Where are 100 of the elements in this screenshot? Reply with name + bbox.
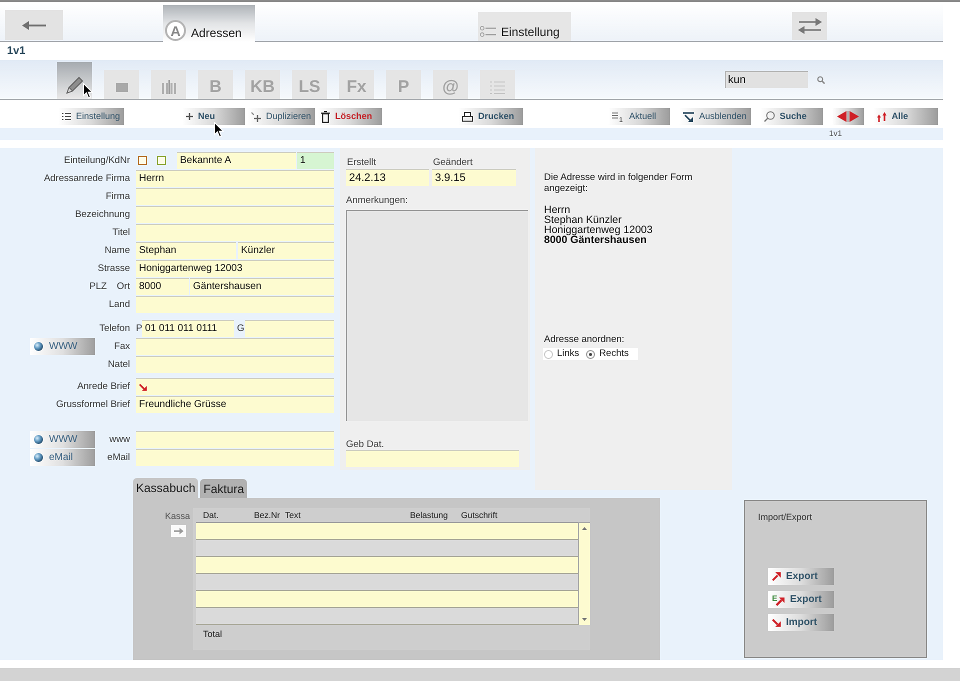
sphere-icon (34, 342, 43, 351)
mouse-pointer-icon (83, 83, 93, 99)
field-label: Natel (108, 360, 130, 370)
field-label: Name (104, 246, 130, 256)
web-button[interactable]: eMail (30, 449, 95, 466)
input-field[interactable] (136, 431, 334, 448)
ledger-tab[interactable]: Kassabuch (133, 478, 198, 498)
checkbox[interactable] (157, 156, 166, 165)
field-label: Ort (116, 282, 130, 292)
field-label: Fax (114, 342, 130, 352)
plus-icon (251, 112, 262, 122)
input-field[interactable]: Stephan (136, 242, 236, 259)
field-label: Geb Dat. (346, 439, 386, 450)
toolbar-button[interactable]: Suche (760, 108, 823, 125)
input-field[interactable] (136, 338, 334, 355)
radio-button[interactable] (586, 350, 596, 358)
web-button[interactable]: WWW (30, 338, 95, 355)
table-row[interactable] (196, 540, 578, 557)
address-line: 8000 Gäntershausen (544, 235, 647, 245)
triangle-arrows-icon (836, 111, 859, 122)
radio-option[interactable]: Links (544, 349, 580, 359)
caret-down-icon (582, 618, 587, 621)
swap-button[interactable] (792, 12, 827, 40)
input-field[interactable]: Herrn (136, 170, 334, 187)
notes-area[interactable] (346, 210, 528, 421)
table-row[interactable] (196, 557, 578, 574)
input-field[interactable]: Künzler (238, 242, 334, 259)
field-label: Telefon (99, 324, 130, 334)
record-counter: 1v1 (829, 130, 842, 138)
toolbar-button[interactable]: Duplizieren (247, 108, 316, 125)
toolbar-button[interactable]: Neu (182, 108, 246, 125)
toolbar-button[interactable]: Ausblenden (679, 108, 751, 125)
address-line: Honiggartenweg 12003 (544, 225, 653, 235)
field-label: Anrede Brief (77, 382, 130, 392)
input-field[interactable]: 1 (297, 152, 334, 169)
radio-button[interactable] (544, 350, 553, 358)
bars-icon (162, 80, 176, 94)
input-field[interactable]: 8000 (136, 278, 189, 295)
input-field[interactable]: 24.2.13 (346, 169, 429, 186)
field-label: P (136, 324, 142, 334)
ledger-tab[interactable]: Faktura (200, 479, 248, 498)
search-field[interactable]: kun (725, 71, 808, 88)
table-row[interactable] (196, 574, 578, 591)
web-button[interactable]: WWW (30, 431, 95, 448)
column-header: Belastung (410, 510, 449, 520)
table-row[interactable] (196, 608, 578, 625)
field-label: Titel (112, 228, 130, 238)
arrow-right-icon[interactable] (171, 525, 186, 537)
input-field[interactable] (245, 320, 334, 337)
radio-option[interactable]: Rechts (586, 349, 629, 359)
import-button[interactable]: Import (768, 614, 834, 631)
table-row[interactable] (196, 523, 578, 540)
input-field[interactable]: Bekannte A (177, 152, 296, 169)
record-title: 1v1 (7, 46, 26, 56)
list-icon (490, 80, 505, 94)
field-label: Erstellt (346, 157, 378, 168)
input-field[interactable]: 01 011 011 0111 (142, 320, 234, 337)
input-field[interactable] (136, 296, 334, 313)
record-nav-button[interactable] (832, 108, 864, 125)
export-button[interactable]: E Export (768, 591, 834, 608)
field-label: www (109, 434, 130, 444)
input-field[interactable] (346, 450, 519, 467)
input-field[interactable]: Gäntershausen (190, 278, 334, 295)
field-label: PLZ (89, 282, 107, 292)
list-icon (62, 113, 71, 120)
toolbar-button[interactable]: Einstellung (58, 108, 124, 125)
search-button[interactable] (816, 75, 825, 84)
back-button[interactable] (5, 10, 63, 40)
address-line: Stephan Künzler (544, 215, 622, 225)
field-label: Firma (106, 192, 130, 202)
input-field[interactable] (136, 188, 334, 205)
input-field[interactable]: 3.9.15 (432, 169, 516, 186)
input-field[interactable] (136, 378, 334, 395)
nav-tab[interactable]: Einstellung (478, 12, 571, 41)
input-field[interactable] (136, 224, 334, 241)
nav-tab[interactable]: A Adressen (163, 5, 255, 42)
input-field[interactable]: Freundliche Grüsse (136, 396, 334, 413)
input-field[interactable] (136, 206, 334, 223)
column-header: Text (285, 510, 302, 520)
column-header: Dat. (203, 510, 220, 520)
arrow-up-right-icon (772, 572, 781, 581)
field-label: Strasse (98, 264, 130, 274)
field-label: Bezeichnung (75, 210, 130, 220)
column-header: Bez.Nr (254, 510, 281, 520)
toolbar-button[interactable]: Löschen (317, 108, 382, 125)
field-label: Adressanrede Firma (44, 174, 130, 184)
field-label: eMail (107, 452, 130, 462)
total-label: Total (202, 628, 224, 639)
arrow-down-right-icon (772, 618, 781, 627)
checkbox[interactable] (138, 156, 147, 165)
table-row[interactable] (196, 591, 578, 608)
input-field[interactable] (136, 356, 334, 373)
input-field[interactable]: Honiggartenweg 12003 (136, 260, 334, 277)
scrollbar[interactable] (578, 522, 590, 625)
swap-arrows-icon (798, 18, 822, 34)
export-button[interactable]: Export (768, 568, 834, 585)
toolbar-button[interactable]: Drucken (458, 108, 524, 125)
field-label: Geändert (432, 157, 474, 168)
field-label: Einteilung/KdNr (64, 156, 130, 166)
input-field[interactable] (136, 449, 334, 466)
